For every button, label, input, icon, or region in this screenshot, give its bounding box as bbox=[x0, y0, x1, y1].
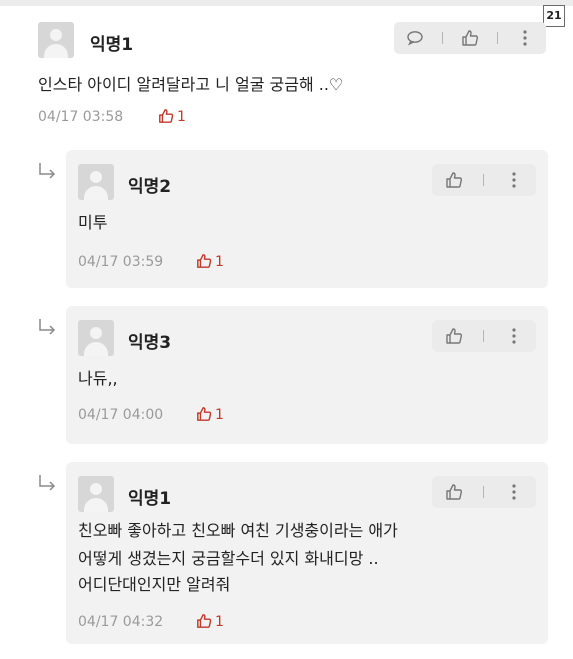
thumbs-up-icon bbox=[462, 30, 479, 46]
like-button[interactable] bbox=[440, 166, 468, 194]
avatar bbox=[78, 476, 114, 512]
more-options-button[interactable] bbox=[511, 24, 539, 52]
reply-item: 익명3 나듀,, 04/17 04:00 1 bbox=[66, 306, 548, 444]
comment-actions bbox=[432, 320, 536, 352]
like-button[interactable] bbox=[456, 24, 484, 52]
reply-item: 익명2 미투 04/17 03:59 1 bbox=[66, 150, 548, 288]
chat-bubble-icon bbox=[406, 31, 423, 46]
thumbs-up-icon bbox=[446, 172, 462, 188]
comment-timestamp: 04/17 04:00 bbox=[78, 407, 164, 423]
like-button[interactable] bbox=[440, 322, 468, 350]
thumbs-up-icon bbox=[446, 328, 462, 344]
comment-text: 미투 bbox=[78, 213, 108, 232]
thumbs-up-icon bbox=[197, 254, 212, 268]
comment-item: 익명1 인스타 아이디 알려달라고 니 얼굴 궁금해 ..♡ 04/17 03:… bbox=[20, 10, 548, 135]
like-count-value: 1 bbox=[177, 109, 186, 125]
comment-timestamp: 04/17 03:58 bbox=[38, 109, 124, 125]
comment-author: 익명1 bbox=[90, 35, 134, 55]
like-count-value: 1 bbox=[215, 407, 224, 423]
like-count-value: 1 bbox=[215, 254, 224, 270]
comment-actions bbox=[432, 164, 536, 196]
more-options-button[interactable] bbox=[500, 166, 528, 194]
avatar bbox=[78, 164, 114, 200]
comment-text-line: 어떻게 생겼는지 궁금할수더 있지 화내디망 .. bbox=[78, 549, 379, 568]
reply-arrow-icon bbox=[39, 163, 56, 179]
more-vertical-icon bbox=[523, 30, 527, 46]
thumbs-up-icon bbox=[159, 109, 174, 123]
reply-arrow-icon bbox=[39, 319, 56, 335]
avatar bbox=[38, 22, 74, 58]
reply-button[interactable] bbox=[401, 24, 429, 52]
more-options-button[interactable] bbox=[500, 478, 528, 506]
comment-timestamp: 04/17 04:32 bbox=[78, 614, 164, 630]
more-options-button[interactable] bbox=[500, 322, 528, 350]
comment-timestamp: 04/17 03:59 bbox=[78, 254, 164, 270]
divider bbox=[497, 32, 499, 44]
more-vertical-icon bbox=[512, 172, 516, 188]
comment-author: 익명1 bbox=[128, 489, 172, 509]
divider bbox=[483, 330, 485, 342]
top-divider bbox=[0, 0, 573, 6]
comment-author: 익명3 bbox=[128, 333, 172, 353]
more-vertical-icon bbox=[512, 328, 516, 344]
like-count[interactable]: 1 bbox=[158, 108, 186, 125]
reply-item: 익명1 친오빠 좋아하고 친오빠 여친 기생충이라는 애가 어떻게 생겼는지 궁… bbox=[66, 462, 548, 644]
more-vertical-icon bbox=[512, 484, 516, 500]
thumbs-up-icon bbox=[197, 407, 212, 421]
thumbs-up-icon bbox=[197, 614, 212, 628]
like-count[interactable]: 1 bbox=[196, 406, 224, 423]
divider bbox=[441, 32, 443, 44]
reply-arrow-icon bbox=[39, 475, 56, 491]
comment-text: 인스타 아이디 알려달라고 니 얼굴 궁금해 ..♡ bbox=[38, 75, 344, 94]
comment-text-line: 어디단대인지만 알려줘 bbox=[78, 575, 231, 594]
divider bbox=[483, 174, 485, 186]
like-count-value: 1 bbox=[215, 614, 224, 630]
avatar bbox=[78, 320, 114, 356]
comment-actions bbox=[394, 22, 546, 54]
comment-author: 익명2 bbox=[128, 177, 172, 197]
thumbs-up-icon bbox=[446, 484, 462, 500]
like-count[interactable]: 1 bbox=[196, 253, 224, 270]
comment-text: 나듀,, bbox=[78, 369, 118, 388]
divider bbox=[483, 486, 485, 498]
like-count[interactable]: 1 bbox=[196, 613, 224, 630]
comment-actions bbox=[432, 476, 536, 508]
comment-text-line: 친오빠 좋아하고 친오빠 여친 기생충이라는 애가 bbox=[78, 521, 398, 540]
like-button[interactable] bbox=[440, 478, 468, 506]
